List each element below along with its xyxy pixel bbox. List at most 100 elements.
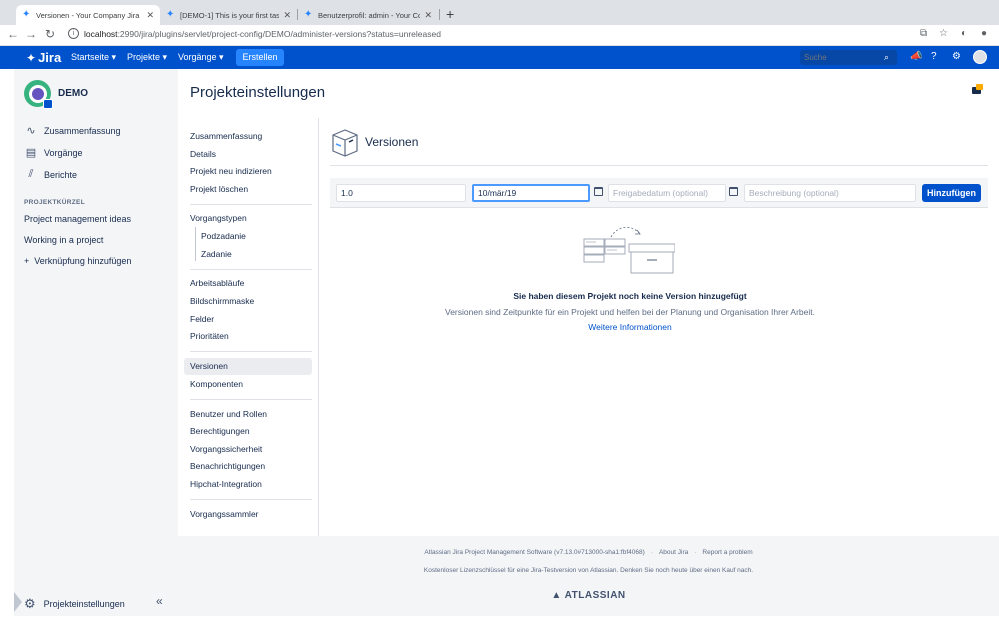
browser-tab-profil[interactable]: ✦ Benutzerprofil: admin - Your Co ✕ [298,5,438,25]
footer-links: Atlassian Jira Project Management Softwa… [0,549,999,556]
tab-title: Benutzerprofil: admin - Your Co [318,10,421,20]
more-info-link[interactable]: Weitere Informationen [330,322,930,332]
add-version-button[interactable]: Hinzufügen [922,184,981,202]
jira-favicon-icon: ✦ [22,9,31,20]
sidebar-item-label: Zusammenfassung [44,125,121,136]
notifications-icon[interactable]: 📣 [910,51,922,62]
settings-nav-zusammenfassung[interactable]: Zusammenfassung [184,128,312,145]
info-icon[interactable]: i [68,28,79,39]
project-name[interactable]: DEMO [58,88,88,99]
footer-license: Kostenloser Lizenzschlüssel für eine Jir… [423,567,754,574]
settings-nav-versions[interactable]: Versionen [184,358,312,375]
settings-nav-hipchat[interactable]: Hipchat-Integration [184,476,312,493]
chart-icon: ⫽ [28,168,34,180]
start-date-input[interactable]: 10/mär/19 [472,184,590,202]
settings-nav-users-roles[interactable]: Benutzer und Rollen [184,406,312,423]
content-divider [318,118,319,536]
search-icon[interactable]: ⌕ [884,52,889,63]
settings-nav-zadanie[interactable]: Zadanie [184,246,312,263]
settings-nav-workflows[interactable]: Arbeitsabläufe [184,275,312,292]
back-icon[interactable]: ← [6,27,20,41]
settings-nav-delete[interactable]: Projekt löschen [184,181,312,198]
nav-vorgaenge[interactable]: Vorgänge ▾ [178,52,224,63]
profile-icon[interactable]: ● [981,28,987,39]
calendar-icon[interactable] [594,187,603,196]
new-tab-icon[interactable]: + [446,6,454,22]
sidebar-item-zusammenfassung[interactable]: ∿ Zusammenfassung [24,124,121,137]
url-path: :2990/jira/plugins/servlet/project-confi… [117,29,441,39]
settings-nav-priorities[interactable]: Prioritäten [184,328,312,345]
shortcut-link[interactable]: Working in a project [24,235,103,245]
project-avatar[interactable] [24,80,53,109]
browser-tabbar: ✦ Versionen - Your Company Jira ✕ ✦ [DEM… [0,0,999,25]
help-icon[interactable]: ? [931,51,937,62]
close-icon[interactable]: ✕ [146,10,154,21]
tab-title: Versionen - Your Company Jira [36,10,140,20]
close-icon[interactable]: ✕ [424,10,432,21]
nav-label: Vorgänge [178,52,217,62]
reload-icon[interactable]: ↻ [43,27,57,41]
section-divider [330,165,988,166]
page-title: Projekteinstellungen [190,84,326,101]
footer-version-link[interactable]: Atlassian Jira Project Management Softwa… [424,549,644,556]
settings-nav-details[interactable]: Details [184,146,312,163]
section-title: Versionen [365,135,419,149]
settings-nav-issue-collectors[interactable]: Vorgangssammler [184,506,312,523]
settings-nav-permissions[interactable]: Berechtigungen [184,423,312,440]
browser-tab-versionen[interactable]: ✦ Versionen - Your Company Jira ✕ [16,5,160,25]
extension-icon[interactable]: ◐ [961,28,967,39]
settings-nav-issue-security[interactable]: Vorgangssicherheit [184,441,312,458]
atlassian-brand-text: ATLASSIAN [564,590,626,601]
jira-logo[interactable]: ✦ Jira [26,50,61,65]
settings-nav-issue-types[interactable]: Vorgangstypen [184,210,312,227]
empty-state-title: Sie haben diesem Projekt noch keine Vers… [513,291,747,301]
browser-tab-demo-1[interactable]: ✦ [DEMO-1] This is your first task ✕ [160,5,297,25]
feedback-icon-part [976,84,983,90]
sidebar-item-berichte[interactable]: ⫽ Berichte [24,168,77,181]
sidebar-item-vorgaenge[interactable]: ▤ Vorgänge [24,146,83,159]
settings-gear-icon[interactable]: ⚙ [952,51,961,62]
jira-favicon-icon: ✦ [304,9,313,20]
settings-nav-podzadanie[interactable]: Podzadanie [184,228,312,245]
description-input[interactable]: Beschreibung (optional) [744,184,916,202]
settings-nav-screens[interactable]: Bildschirmmaske [184,293,312,310]
search-input[interactable] [800,50,897,65]
nav-projekte[interactable]: Projekte ▾ [127,52,167,63]
settings-nav-components[interactable]: Komponenten [184,376,312,393]
translate-icon[interactable]: ⧉ [920,28,927,39]
footer-about-link[interactable]: About Jira [659,549,688,556]
jira-favicon-icon: ✦ [166,9,175,20]
settings-nav-reindex[interactable]: Projekt neu indizieren [184,163,312,180]
empty-state-description: Versionen sind Zeitpunkte für ein Projek… [445,307,815,317]
nav-divider [190,399,312,400]
plus-icon: + [24,256,30,266]
release-date-input[interactable]: Freigabedatum (optional) [608,184,726,202]
nav-divider [190,499,312,500]
create-button[interactable]: Erstellen [236,49,284,66]
calendar-icon[interactable] [729,187,738,196]
footer-separator: · [694,549,697,556]
pulse-icon: ∿ [26,125,36,137]
url-host: localhost [84,29,118,39]
tab-title: [DEMO-1] This is your first task [180,10,280,20]
settings-nav-fields[interactable]: Felder [184,311,312,328]
shortcut-link[interactable]: Project management ideas [24,214,131,224]
forward-icon[interactable]: → [24,27,38,41]
star-icon[interactable]: ☆ [939,28,948,39]
url-field[interactable]: localhost:2990/jira/plugins/servlet/proj… [84,29,441,39]
nav-label: Projekte [127,52,161,62]
nav-startseite[interactable]: Startseite ▾ [71,52,116,63]
atlassian-logo[interactable]: ▲ ATLASSIAN [0,590,999,601]
nav-divider [190,204,312,205]
add-shortcut-link[interactable]: + Verknüpfung hinzufügen [24,256,131,266]
feedback-icon[interactable] [972,84,984,96]
add-shortcut-label: Verknüpfung hinzufügen [34,256,132,266]
close-icon[interactable]: ✕ [283,10,291,21]
sidebar-item-label: Berichte [44,169,78,180]
settings-nav-notifications[interactable]: Benachrichtigungen [184,458,312,475]
project-sidebar: DEMO ∿ Zusammenfassung ▤ Vorgänge ⫽ Beri… [14,69,178,616]
version-name-input[interactable]: 1.0 [336,184,466,202]
footer-report-link[interactable]: Report a problem [702,549,752,556]
nav-divider [190,351,312,352]
user-avatar[interactable] [973,50,987,64]
